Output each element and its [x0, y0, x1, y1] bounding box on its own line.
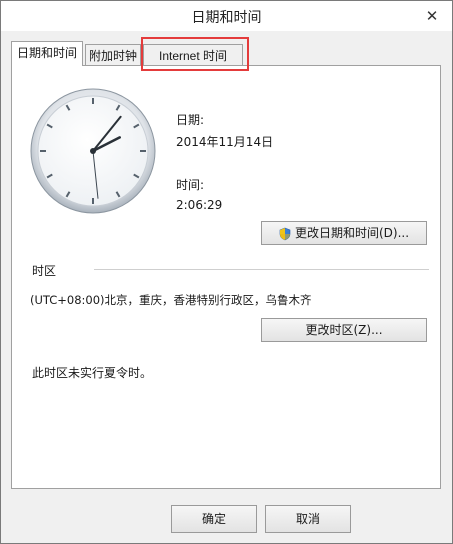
timezone-value: (UTC+08:00)北京，重庆，香港特别行政区，乌鲁木齐	[30, 293, 312, 307]
date-value: 2014年11月14日	[176, 135, 274, 149]
ok-button[interactable]: 确定	[171, 505, 257, 533]
date-label: 日期:	[176, 113, 205, 127]
shield-icon	[279, 227, 291, 240]
clock-center	[90, 148, 96, 154]
close-icon[interactable]: ✕	[422, 7, 442, 25]
cancel-button[interactable]: 取消	[265, 505, 351, 533]
title-bar: 日期和时间 ✕	[1, 1, 452, 31]
time-label: 时间:	[176, 178, 205, 192]
window-title: 日期和时间	[191, 10, 262, 26]
timezone-divider	[94, 269, 429, 270]
tab-additional-clocks[interactable]: 附加时钟	[85, 44, 141, 66]
timezone-section-label: 时区	[32, 264, 57, 278]
tab-panel-date-time: 日期: 2014年11月14日 时间: 2:06:29 更改日期和时间(D)..…	[11, 65, 441, 489]
dst-note: 此时区未实行夏令时。	[32, 366, 153, 380]
tab-date-time[interactable]: 日期和时间	[11, 41, 83, 66]
change-timezone-button[interactable]: 更改时区(Z)...	[261, 318, 427, 342]
annotation-highlight-box	[141, 37, 249, 71]
change-datetime-button[interactable]: 更改日期和时间(D)...	[261, 221, 427, 245]
change-datetime-label: 更改日期和时间(D)...	[294, 226, 410, 240]
analog-clock	[30, 88, 156, 214]
time-value: 2:06:29	[176, 198, 223, 212]
datetime-dialog: 日期和时间 ✕ 日期和时间 附加时钟 Internet 时间 日期: 2014年…	[0, 0, 453, 544]
